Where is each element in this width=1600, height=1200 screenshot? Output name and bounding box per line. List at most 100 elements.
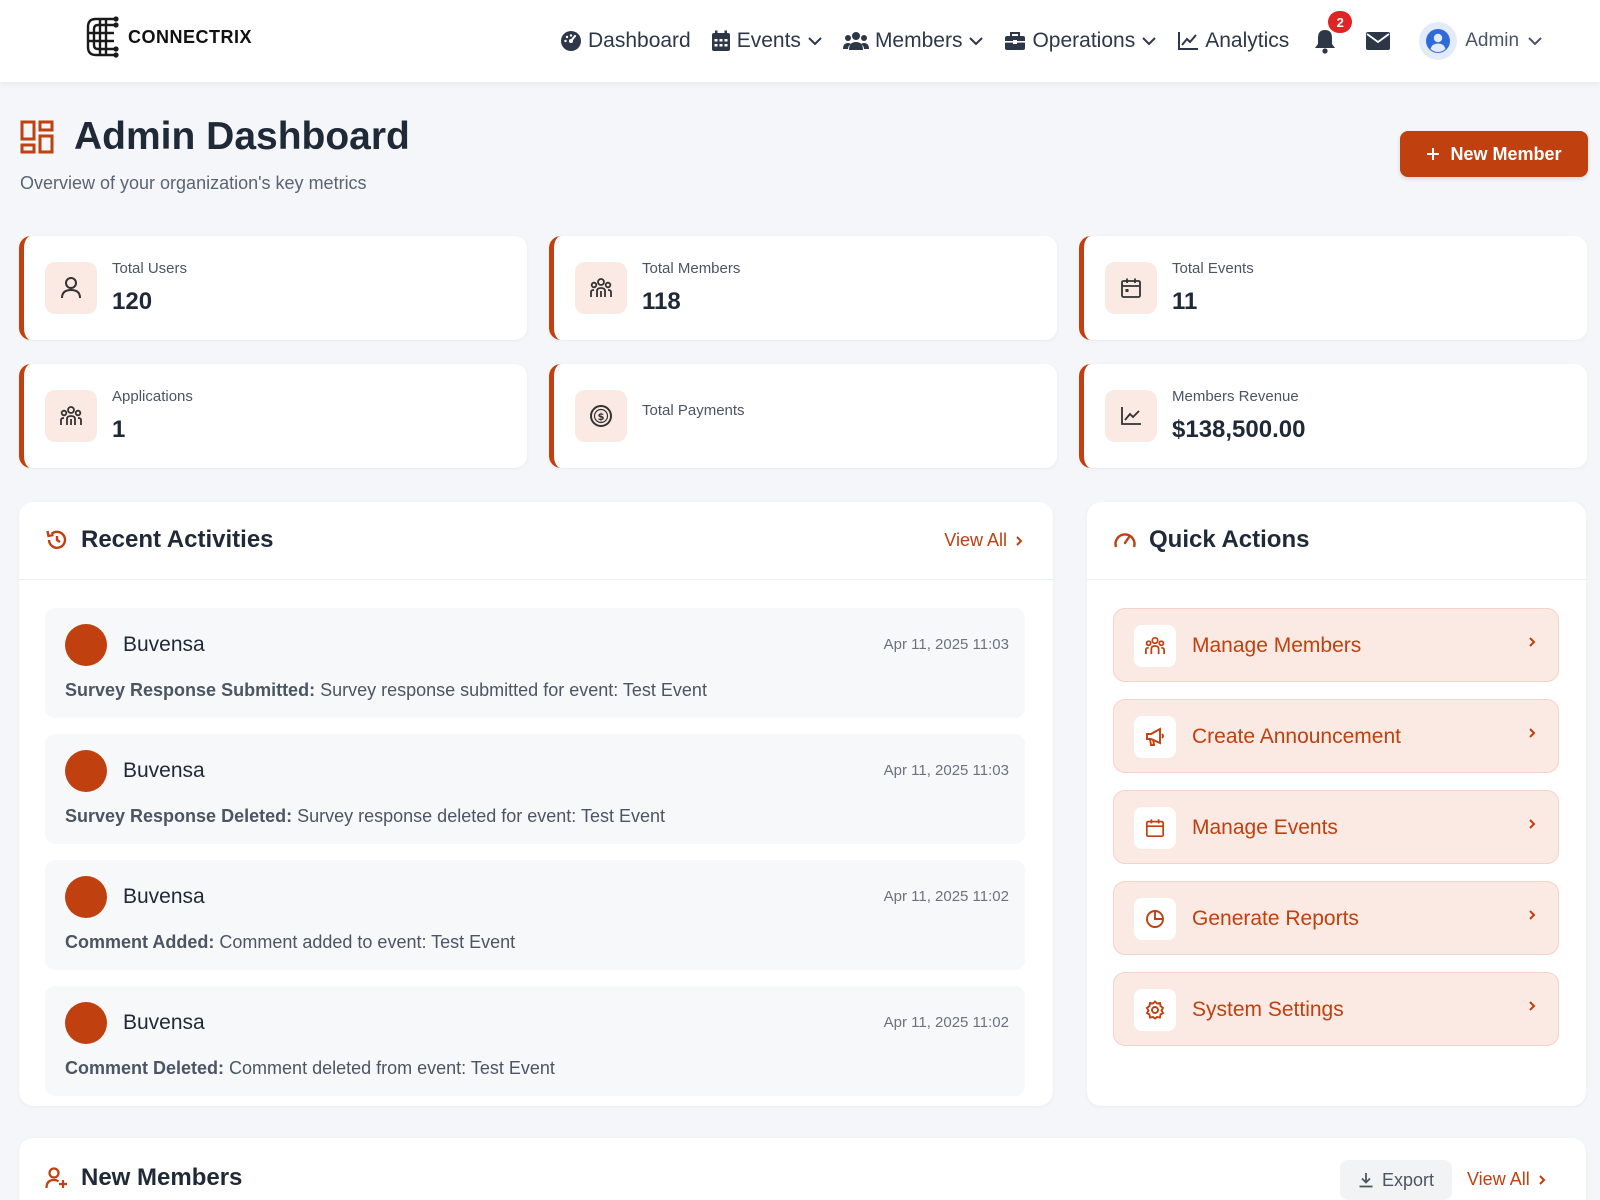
user-circle-icon — [1426, 29, 1451, 53]
nav-item-operations[interactable]: Operations — [1004, 29, 1157, 53]
top-navbar: CONNECTRIX Dashboard Events Members Oper… — [0, 0, 1600, 82]
avatar — [1419, 22, 1458, 60]
chevron-down-icon — [1528, 37, 1542, 46]
stat-card-total-members: Total Members 118 — [549, 236, 1057, 340]
speedometer-icon — [1114, 533, 1136, 548]
chevron-right-icon — [1016, 535, 1023, 546]
page-header: Admin Dashboard Overview of your organiz… — [20, 115, 410, 194]
activity-time: Apr 11, 2025 11:03 — [883, 762, 1009, 779]
pie-chart-icon — [1146, 910, 1164, 928]
activity-action: Survey Response Submitted: — [65, 680, 316, 700]
qa-icon-box — [1134, 898, 1176, 940]
chevron-down-icon — [1142, 37, 1156, 46]
qa-icon-box — [1134, 716, 1176, 758]
stat-card-total-events: Total Events 11 — [1079, 236, 1587, 340]
messages-button[interactable] — [1365, 31, 1391, 51]
quick-action-system-settings[interactable]: System Settings — [1113, 972, 1559, 1046]
qa-icon-box — [1134, 989, 1176, 1031]
activity-time: Apr 11, 2025 11:02 — [883, 888, 1009, 905]
activity-description: Comment Added: Comment added to event: T… — [65, 932, 515, 953]
dashboard-icon — [20, 120, 54, 154]
group-icon — [1145, 636, 1165, 655]
activity-time: Apr 11, 2025 11:02 — [883, 1014, 1009, 1031]
activity-description: Survey Response Submitted: Survey respon… — [65, 680, 707, 701]
activity-time: Apr 11, 2025 11:03 — [883, 636, 1009, 653]
chevron-right-icon — [1538, 1174, 1546, 1185]
activity-item[interactable]: Buvensa Apr 11, 2025 11:02 Comment Delet… — [45, 986, 1025, 1096]
card-header: Quick Actions — [1087, 502, 1586, 580]
view-all-activities-link[interactable]: View All — [944, 530, 1023, 551]
export-button[interactable]: Export — [1340, 1160, 1452, 1200]
nav-label: Events — [736, 29, 801, 52]
user-menu[interactable]: Admin — [1419, 22, 1543, 60]
quick-action-create-announcement[interactable]: Create Announcement — [1113, 699, 1559, 773]
plus-icon — [1427, 148, 1440, 160]
stat-icon-box: $ — [575, 390, 627, 442]
users-icon — [842, 32, 869, 50]
chevron-right-icon — [1529, 637, 1536, 647]
nav-item-dashboard[interactable]: Dashboard — [560, 29, 691, 53]
new-members-title: New Members — [81, 1164, 243, 1191]
page-title: Admin Dashboard — [74, 115, 410, 158]
user-name: Admin — [1465, 30, 1520, 51]
activity-user: Buvensa — [123, 633, 205, 656]
notification-badge: 2 — [1328, 11, 1353, 33]
card-title: Quick Actions — [1113, 526, 1309, 554]
chevron-down-icon — [808, 37, 822, 46]
nav-label: Analytics — [1205, 29, 1290, 52]
stat-label: Applications — [112, 388, 193, 405]
card-title: Recent Activities — [45, 526, 274, 554]
brand-name: CONNECTRIX — [128, 26, 253, 47]
group-icon — [60, 406, 82, 425]
activity-item[interactable]: Buvensa Apr 11, 2025 11:02 Comment Added… — [45, 860, 1025, 970]
history-icon — [46, 530, 67, 549]
avatar — [65, 624, 107, 666]
view-all-label: View All — [1467, 1169, 1530, 1189]
stat-card-total-payments: $ Total Payments — [549, 364, 1057, 468]
logo-mark-icon — [86, 16, 119, 58]
quick-action-label: Generate Reports — [1192, 907, 1359, 930]
quick-action-label: Manage Members — [1192, 634, 1362, 657]
nav-item-analytics[interactable]: Analytics — [1177, 29, 1289, 53]
stat-card-members-revenue: Members Revenue $138,500.00 — [1079, 364, 1587, 468]
activity-detail: Comment deleted from event: Test Event — [229, 1058, 555, 1078]
activity-item[interactable]: Buvensa Apr 11, 2025 11:03 Survey Respon… — [45, 608, 1025, 718]
stat-card-applications: Applications 1 — [19, 364, 527, 468]
chevron-right-icon — [1529, 728, 1536, 738]
quick-action-label: Manage Events — [1192, 816, 1338, 839]
nav-label: Members — [874, 29, 963, 52]
new-member-label: New Member — [1450, 143, 1562, 164]
activity-detail: Comment added to event: Test Event — [219, 932, 516, 952]
calendar-icon — [1121, 278, 1141, 298]
briefcase-icon — [1005, 32, 1026, 50]
view-all-label: View All — [944, 530, 1007, 550]
nav-item-members[interactable]: Members — [842, 29, 985, 53]
dollar-circle-icon: $ — [590, 405, 612, 427]
view-all-members-link[interactable]: View All — [1467, 1169, 1546, 1190]
stat-value: 118 — [642, 288, 681, 315]
page-subtitle: Overview of your organization's key metr… — [20, 173, 367, 193]
download-icon — [1359, 1173, 1373, 1188]
brand-logo[interactable]: CONNECTRIX — [84, 14, 252, 60]
chevron-right-icon — [1529, 910, 1536, 920]
gear-icon — [1145, 1000, 1165, 1020]
quick-action-manage-events[interactable]: Manage Events — [1113, 790, 1559, 864]
qa-icon-box — [1134, 625, 1176, 667]
stat-value: 1 — [112, 416, 126, 443]
user-icon — [61, 277, 81, 299]
stat-icon-box — [1105, 262, 1157, 314]
avatar — [65, 1002, 107, 1044]
export-label: Export — [1381, 1169, 1435, 1190]
nav-item-events[interactable]: Events — [711, 29, 823, 53]
stat-icon-box — [45, 390, 97, 442]
nav-label: Dashboard — [588, 29, 691, 52]
main-nav: Dashboard Events Members Operations Anal… — [560, 11, 1543, 60]
quick-action-generate-reports[interactable]: Generate Reports — [1113, 881, 1559, 955]
notifications-button[interactable]: 2 — [1313, 11, 1353, 54]
chevron-right-icon — [1529, 1001, 1536, 1011]
quick-action-manage-members[interactable]: Manage Members — [1113, 608, 1559, 682]
trend-chart-icon — [1121, 407, 1141, 425]
activity-item[interactable]: Buvensa Apr 11, 2025 11:03 Survey Respon… — [45, 734, 1025, 844]
line-chart-icon — [1178, 32, 1199, 50]
new-member-button[interactable]: New Member — [1400, 131, 1588, 177]
